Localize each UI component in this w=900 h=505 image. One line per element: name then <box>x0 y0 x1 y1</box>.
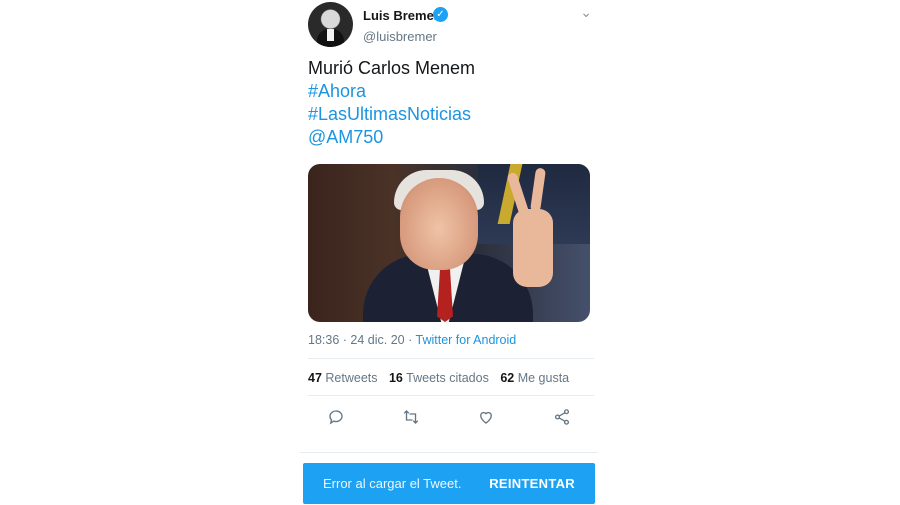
retweet-icon[interactable] <box>397 403 425 431</box>
retry-button[interactable]: REINTENTAR <box>489 476 575 491</box>
photo-hand <box>513 209 553 287</box>
hashtag-link[interactable]: #LasUltimasNoticias <box>308 103 475 126</box>
avatar[interactable] <box>308 2 353 47</box>
avatar-shirt <box>327 29 334 41</box>
retweets-label: Retweets <box>325 371 378 385</box>
tweet-text: Murió Carlos Menem #Ahora #LasUltimasNot… <box>308 57 475 149</box>
likes-count: 62 <box>500 371 515 385</box>
tweet-header: Luis Bremer ✓ @luisbremer ⌄ <box>308 2 594 48</box>
meta-separator: · <box>404 333 416 347</box>
tweet-time: 18:36 <box>308 333 340 347</box>
tweet-source-link[interactable]: Twitter for Android <box>416 333 517 347</box>
divider <box>308 395 594 396</box>
tweet-card: Luis Bremer ✓ @luisbremer ⌄ Murió Carlos… <box>300 0 598 470</box>
tweet-date: 24 dic. 20 <box>350 333 405 347</box>
tweet-text-line: Murió Carlos Menem <box>308 58 476 78</box>
tweet-meta: 18:36 · 24 dic. 20 · Twitter for Android <box>308 333 516 347</box>
photo-face <box>400 178 478 270</box>
likes-label: Me gusta <box>517 371 570 385</box>
error-snackbar: Error al cargar el Tweet. REINTENTAR <box>303 463 595 504</box>
retweets-stat[interactable]: 47 Retweets <box>308 371 378 385</box>
tweet-stats: 47 Retweets 16 Tweets citados 62 Me gust… <box>308 371 577 385</box>
divider <box>308 358 594 359</box>
share-icon[interactable] <box>548 403 576 431</box>
like-icon[interactable] <box>472 403 500 431</box>
quotes-count: 16 <box>388 371 403 385</box>
author-handle[interactable]: @luisbremer <box>363 29 437 44</box>
meta-separator: · <box>339 333 351 347</box>
tweet-photo[interactable] <box>308 164 590 322</box>
retweets-count: 47 <box>308 371 322 385</box>
likes-stat[interactable]: 62 Me gusta <box>500 371 569 385</box>
reply-icon[interactable] <box>322 403 350 431</box>
tweet-actions <box>308 403 594 431</box>
author-name[interactable]: Luis Bremer <box>363 8 439 23</box>
quotes-label: Tweets citados <box>406 371 489 385</box>
error-message: Error al cargar el Tweet. <box>323 476 462 491</box>
chevron-down-icon[interactable]: ⌄ <box>580 5 592 21</box>
quotes-stat[interactable]: 16 Tweets citados <box>389 371 489 385</box>
hashtag-link[interactable]: #Ahora <box>308 80 475 103</box>
verified-badge-icon: ✓ <box>433 7 448 22</box>
divider <box>300 452 598 453</box>
mention-link[interactable]: @AM750 <box>308 126 475 149</box>
